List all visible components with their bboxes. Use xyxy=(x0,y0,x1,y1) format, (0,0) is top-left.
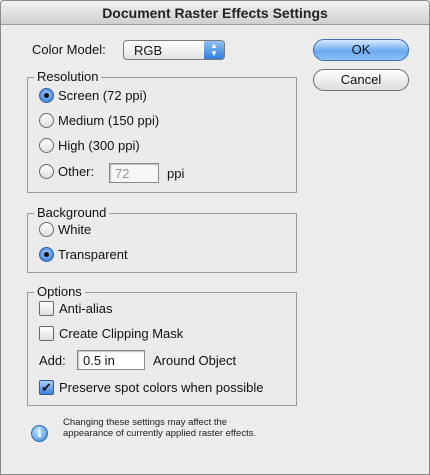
radio-selected-icon xyxy=(39,88,54,103)
info-icon: i xyxy=(31,425,48,442)
resolution-option-high[interactable]: High (300 ppi) xyxy=(39,138,140,153)
checkmark-icon: ✔ xyxy=(39,380,54,395)
radio-selected-icon xyxy=(39,247,54,262)
color-model-value: RGB xyxy=(134,43,163,58)
around-object-label: Around Object xyxy=(153,353,237,368)
add-amount-field[interactable]: 0.5 in xyxy=(77,350,145,370)
radio-icon xyxy=(39,113,54,128)
other-ppi-field[interactable]: 72 xyxy=(109,163,159,183)
resolution-option-medium[interactable]: Medium (150 ppi) xyxy=(39,113,159,128)
checkbox-icon xyxy=(39,301,54,316)
color-model-popup[interactable]: RGB ▲ ▼ xyxy=(123,40,225,60)
preserve-spot-checkbox[interactable]: ✔ Preserve spot colors when possible xyxy=(39,380,264,395)
anti-alias-label: Anti-alias xyxy=(59,301,113,316)
options-legend: Options xyxy=(34,284,85,299)
background-option-white[interactable]: White xyxy=(39,222,91,237)
resolution-option-label: Medium (150 ppi) xyxy=(58,113,160,128)
info-note: Changing these settings may affect the a… xyxy=(63,417,257,439)
background-option-label: Transparent xyxy=(58,247,128,262)
resolution-option-label: Screen (72 ppi) xyxy=(58,88,147,103)
background-legend: Background xyxy=(34,205,110,220)
anti-alias-checkbox[interactable]: Anti-alias xyxy=(39,301,112,316)
window-title: Document Raster Effects Settings xyxy=(1,1,429,25)
clipping-mask-checkbox[interactable]: Create Clipping Mask xyxy=(39,326,183,341)
ok-button[interactable]: OK xyxy=(313,39,409,61)
popup-arrows-icon: ▲ ▼ xyxy=(204,41,224,59)
resolution-option-label: High (300 ppi) xyxy=(58,138,140,153)
preserve-spot-label: Preserve spot colors when possible xyxy=(59,380,264,395)
resolution-option-other[interactable]: Other: xyxy=(39,164,94,179)
other-ppi-unit: ppi xyxy=(167,166,185,181)
resolution-option-screen[interactable]: Screen (72 ppi) xyxy=(39,88,147,103)
radio-icon xyxy=(39,138,54,153)
background-option-label: White xyxy=(58,222,92,237)
add-label: Add: xyxy=(39,353,66,368)
radio-icon xyxy=(39,164,54,179)
color-model-label: Color Model: xyxy=(32,42,106,57)
cancel-button[interactable]: Cancel xyxy=(313,69,409,91)
resolution-legend: Resolution xyxy=(34,69,102,84)
background-option-transparent[interactable]: Transparent xyxy=(39,247,128,262)
resolution-option-label: Other: xyxy=(58,164,95,179)
radio-icon xyxy=(39,222,54,237)
dialog-window: Document Raster Effects Settings Color M… xyxy=(0,0,430,475)
clipping-mask-label: Create Clipping Mask xyxy=(59,326,184,341)
checkbox-icon xyxy=(39,326,54,341)
